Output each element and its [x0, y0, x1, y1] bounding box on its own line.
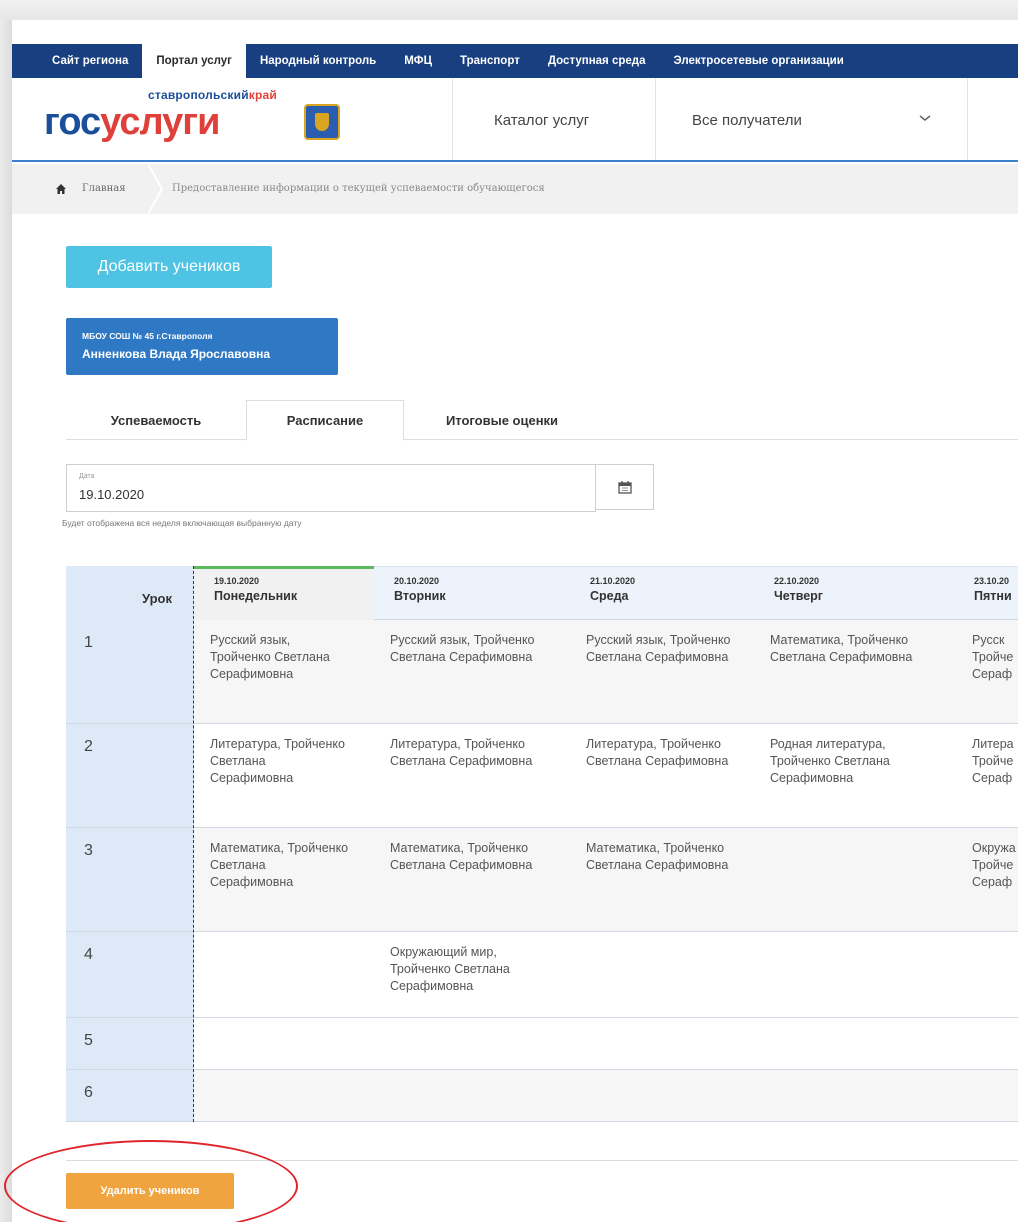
topnav-item-grid-organizations[interactable]: Электросетевые организации	[659, 44, 857, 78]
schedule-table: Урок 19.10.2020 Понедельник 20.10.2020 В…	[66, 566, 1018, 1122]
lesson-number: 1	[84, 634, 93, 651]
table-row: 6	[66, 1070, 1018, 1122]
schedule-cell: Математика, Тройченко Светлана Серафимов…	[390, 841, 533, 872]
schedule-cell: Литература, Тройченко Светлана Серафимов…	[586, 737, 729, 768]
tab-schedule[interactable]: Расписание	[246, 400, 404, 441]
day-date: 23.10.20	[974, 576, 1010, 586]
lesson-number: 4	[84, 946, 93, 963]
schedule-cell: Русский язык, Тройченко Светлана Серафим…	[210, 633, 330, 681]
topnav-item-mfc[interactable]: МФЦ	[390, 44, 446, 78]
table-row: 5	[66, 1018, 1018, 1070]
calendar-icon	[617, 481, 632, 494]
home-icon[interactable]	[56, 184, 66, 194]
schedule-cell: Окружа Тройче Сераф	[972, 841, 1016, 889]
logo-region-text: ставропольскийкрай	[148, 88, 277, 102]
topnav-item-accessible-environment[interactable]: Доступная среда	[534, 44, 660, 78]
frame-top-edge	[0, 0, 1018, 20]
schedule-cell: Математика, Тройченко Светлана Серафимов…	[586, 841, 729, 872]
schedule-cell: Математика, Тройченко Светлана Серафимов…	[770, 633, 913, 664]
lesson-column-divider	[193, 566, 194, 1122]
date-value[interactable]: 19.10.2020	[79, 487, 144, 502]
student-name: Анненкова Влада Ярославовна	[82, 347, 271, 361]
breadcrumb: Главная Предоставление информации о теку…	[12, 164, 1018, 214]
topnav-item-region-site[interactable]: Сайт региона	[12, 44, 142, 78]
calendar-button[interactable]	[596, 464, 654, 510]
day-header[interactable]: 20.10.2020 Вторник	[374, 566, 570, 620]
site-header: ставропольскийкрай госуслуги Каталог усл…	[12, 78, 1018, 162]
row-background	[194, 1070, 1018, 1121]
date-hint: Будет отображена вся неделя включающая в…	[62, 518, 302, 528]
chevron-down-icon[interactable]	[918, 110, 932, 126]
schedule-cell: Русский язык, Тройченко Светлана Серафим…	[586, 633, 731, 664]
schedule-cell: Окружающий мир, Тройченко Светлана Сераф…	[390, 945, 510, 993]
schedule-cell: Русск Тройче Сераф	[972, 633, 1014, 681]
schedule-cell: Литература, Тройченко Светлана Серафимов…	[390, 737, 533, 768]
schedule-cell: Родная литература, Тройченко Светлана Се…	[770, 737, 890, 785]
student-card[interactable]: МБОУ СОШ № 45 г.Ставрополя Анненкова Вла…	[66, 318, 338, 375]
frame-left-edge	[0, 20, 12, 1222]
day-name: Пятни	[974, 589, 1012, 603]
day-date: 19.10.2020	[214, 576, 260, 586]
breadcrumb-separator	[148, 164, 164, 214]
table-row: 3 Математика, Тройченко Светлана Серафим…	[66, 828, 1018, 932]
day-name: Вторник	[394, 589, 446, 603]
lesson-number: 2	[84, 738, 93, 755]
schedule-cell: Русский язык, Тройченко Светлана Серафим…	[390, 633, 535, 664]
header-divider	[967, 78, 968, 160]
topnav-item-public-control[interactable]: Народный контроль	[246, 44, 390, 78]
day-date: 22.10.2020	[774, 576, 820, 586]
date-field[interactable]: Дата 19.10.2020	[66, 464, 596, 512]
coat-of-arms-icon	[304, 104, 340, 140]
breadcrumb-home[interactable]: Главная	[82, 183, 126, 194]
add-students-button[interactable]: Добавить учеников	[66, 246, 272, 288]
gosuslugi-logo[interactable]: ставропольскийкрай госуслуги	[44, 88, 374, 150]
table-row: 2 Литература, Тройченко Светлана Серафим…	[66, 724, 1018, 828]
row-background	[194, 1018, 1018, 1069]
lesson-header: Урок	[66, 566, 194, 620]
date-label: Дата	[79, 473, 95, 480]
day-name: Среда	[590, 589, 629, 603]
highlight-annotation	[4, 1140, 298, 1222]
lesson-number: 5	[84, 1032, 93, 1049]
table-row: 4 Окружающий мир, Тройченко Светлана Сер…	[66, 932, 1018, 1018]
day-header[interactable]: 21.10.2020 Среда	[570, 566, 754, 620]
day-name: Понедельник	[214, 589, 298, 603]
topnav-item-services-portal[interactable]: Портал услуг	[142, 44, 246, 78]
header-divider	[452, 78, 453, 160]
day-date: 20.10.2020	[394, 576, 440, 586]
schedule-cell: Литера Тройче Сераф	[972, 737, 1014, 785]
lesson-number: 3	[84, 842, 93, 859]
page: Сайт региона Портал услуг Народный контр…	[4, 44, 1018, 1222]
tab-progress[interactable]: Успеваемость	[66, 400, 246, 440]
student-school: МБОУ СОШ № 45 г.Ставрополя	[82, 331, 213, 341]
schedule-cell: Математика, Тройченко Светлана Серафимов…	[210, 841, 349, 889]
row-background	[194, 932, 1018, 1017]
day-name: Четверг	[774, 589, 824, 603]
schedule-cell: Литература, Тройченко Светлана Серафимов…	[210, 737, 345, 785]
day-header[interactable]: 23.10.20 Пятни	[954, 566, 1018, 620]
table-row: 1 Русский язык, Тройченко Светлана Сераф…	[66, 620, 1018, 724]
day-header[interactable]: 22.10.2020 Четверг	[754, 566, 954, 620]
top-navigation: Сайт региона Портал услуг Народный контр…	[12, 44, 1018, 78]
tab-final-grades[interactable]: Итоговые оценки	[404, 400, 600, 440]
breadcrumb-current: Предоставление информации о текущей успе…	[172, 183, 545, 194]
recipients-dropdown[interactable]: Все получатели	[692, 112, 802, 129]
day-date: 21.10.2020	[590, 576, 636, 586]
day-header[interactable]: 19.10.2020 Понедельник	[194, 566, 374, 620]
topnav-item-transport[interactable]: Транспорт	[446, 44, 534, 78]
catalog-link[interactable]: Каталог услуг	[494, 112, 589, 129]
logo-main-text: госуслуги	[44, 101, 220, 143]
header-divider	[655, 78, 656, 160]
lesson-number: 6	[84, 1084, 93, 1101]
tabs: Успеваемость Расписание Итоговые оценки	[66, 400, 1018, 441]
